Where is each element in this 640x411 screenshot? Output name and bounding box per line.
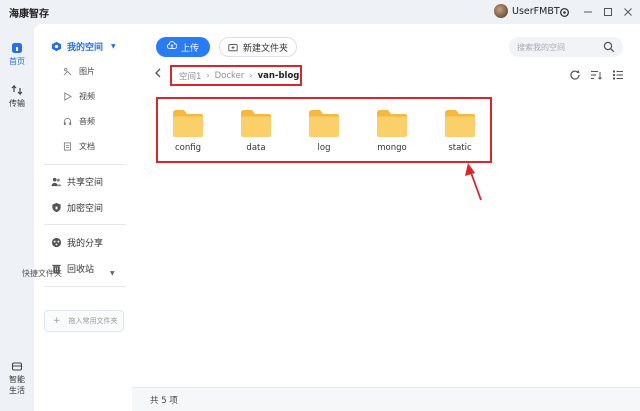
- breadcrumb-item-current: van-blog: [257, 70, 300, 81]
- folder-name: static: [448, 143, 472, 153]
- sidebar-sub-label: 文档: [79, 141, 95, 151]
- folder-icon: [445, 110, 475, 137]
- cloud-upload-icon: [166, 41, 178, 53]
- sidebar: 我的空间 ▼ 图片 视频 音频 文档 共享空间 加密空间 我的分享 回收站: [34, 24, 132, 411]
- sidebar-sub-label: 音频: [79, 116, 95, 126]
- folder-icon: [377, 110, 407, 137]
- folder-item[interactable]: config: [163, 107, 213, 159]
- sidebar-divider: [44, 164, 126, 165]
- search-input[interactable]: [509, 42, 597, 52]
- status-bar: 共 5 项: [132, 387, 640, 411]
- upload-button-label: 上传: [180, 43, 199, 54]
- folder-icon: [241, 110, 271, 137]
- pin-folder-dropzone[interactable]: + 拖入常用文件夹: [44, 310, 124, 332]
- transfer-icon: [11, 84, 23, 96]
- sidebar-item-label: 加密空间: [67, 203, 104, 214]
- document-icon: [62, 141, 72, 151]
- left-rail: 首页 传输 智能 生活: [0, 24, 34, 411]
- sidebar-sub-pictures[interactable]: 图片: [62, 63, 95, 79]
- breadcrumb-item-middle[interactable]: Docker: [215, 71, 245, 81]
- shield-icon: [50, 201, 62, 213]
- folder-icon: [309, 110, 339, 137]
- folder-item[interactable]: data: [231, 107, 281, 159]
- new-folder-icon: [228, 43, 238, 52]
- maximize-icon[interactable]: [601, 5, 615, 19]
- pin-folder-placeholder: 拖入常用文件夹: [68, 317, 118, 325]
- sidebar-divider: [44, 286, 126, 287]
- folder-item[interactable]: static: [435, 107, 485, 159]
- sidebar-sub-audio[interactable]: 音频: [62, 113, 95, 129]
- breadcrumb: 空间1 › Docker › van-blog: [170, 65, 302, 86]
- rail-smart-life[interactable]: 智能 生活: [0, 360, 34, 396]
- smart-life-icon: [11, 362, 23, 371]
- folder-name: mongo: [377, 143, 407, 153]
- sidebar-sub-docs[interactable]: 文档: [62, 138, 95, 154]
- username: UserFMBT: [512, 5, 560, 17]
- refresh-icon[interactable]: [569, 69, 581, 81]
- picture-icon: [62, 66, 72, 76]
- rail-smart-label-1: 智能: [9, 375, 25, 384]
- space-icon: [50, 40, 62, 52]
- avatar: [494, 4, 508, 18]
- quick-folder-title: 快捷文件夹: [22, 269, 62, 278]
- home-icon: [12, 43, 22, 53]
- rail-smart-label-2: 生活: [9, 386, 25, 395]
- search-icon[interactable]: [603, 41, 615, 53]
- shared-users-icon: [50, 175, 62, 187]
- sidebar-sub-label: 图片: [79, 66, 95, 76]
- chevron-right-icon: ›: [206, 71, 210, 80]
- rail-home[interactable]: 首页: [0, 42, 34, 67]
- folder-name: config: [174, 143, 201, 153]
- rail-transfer-label: 传输: [9, 99, 25, 108]
- list-view-icon[interactable]: [612, 69, 624, 81]
- upload-button[interactable]: 上传: [156, 37, 210, 57]
- chevron-right-icon: ›: [249, 71, 253, 80]
- folder-item[interactable]: mongo: [367, 107, 417, 159]
- sidebar-item-label: 我的分享: [67, 238, 104, 249]
- user-menu[interactable]: UserFMBT: [494, 4, 560, 18]
- sidebar-sub-videos[interactable]: 视频: [62, 88, 95, 104]
- settings-icon[interactable]: [557, 5, 571, 19]
- play-icon: [62, 91, 72, 101]
- sort-icon[interactable]: [590, 69, 602, 81]
- breadcrumb-item-root[interactable]: 空间1: [179, 70, 201, 82]
- headphones-icon: [62, 116, 72, 126]
- rail-transfer[interactable]: 传输: [0, 84, 34, 109]
- sidebar-divider: [44, 224, 126, 225]
- new-folder-button[interactable]: 新建文件夹: [219, 37, 297, 57]
- folder-name: data: [246, 143, 266, 153]
- back-arrow-icon[interactable]: [154, 68, 162, 81]
- title-bar: 海康智存 UserFMBT: [0, 0, 640, 24]
- folder-icon: [173, 110, 203, 137]
- folder-grid: config data log mongo static: [156, 97, 492, 163]
- sidebar-item-label: 回收站: [67, 264, 95, 275]
- minimize-icon[interactable]: [581, 5, 595, 19]
- sidebar-item-shared[interactable]: 共享空间: [44, 171, 126, 191]
- sidebar-item-label: 共享空间: [67, 177, 104, 188]
- chevron-down-icon[interactable]: ▼: [111, 43, 116, 50]
- main-panel: 上传 新建文件夹 空间1 › Docker › van-blog config …: [132, 24, 640, 387]
- search-box: [509, 37, 623, 57]
- folder-item[interactable]: log: [299, 107, 349, 159]
- share-icon: [50, 236, 62, 248]
- close-icon[interactable]: [621, 5, 635, 19]
- rail-home-label: 首页: [9, 57, 25, 66]
- folder-name: log: [317, 143, 331, 153]
- new-folder-button-label: 新建文件夹: [242, 43, 288, 54]
- sidebar-item-my-space[interactable]: 我的空间 ▼: [44, 36, 126, 56]
- sidebar-item-label: 我的空间: [67, 42, 104, 53]
- item-count: 共 5 项: [150, 396, 178, 406]
- sidebar-item-encrypted[interactable]: 加密空间: [44, 197, 126, 217]
- plus-icon: +: [53, 316, 61, 326]
- sidebar-sub-label: 视频: [79, 91, 95, 101]
- sidebar-item-my-share[interactable]: 我的分享: [44, 232, 126, 252]
- app-title: 海康智存: [9, 9, 49, 20]
- chevron-down-icon[interactable]: ▼: [110, 270, 115, 277]
